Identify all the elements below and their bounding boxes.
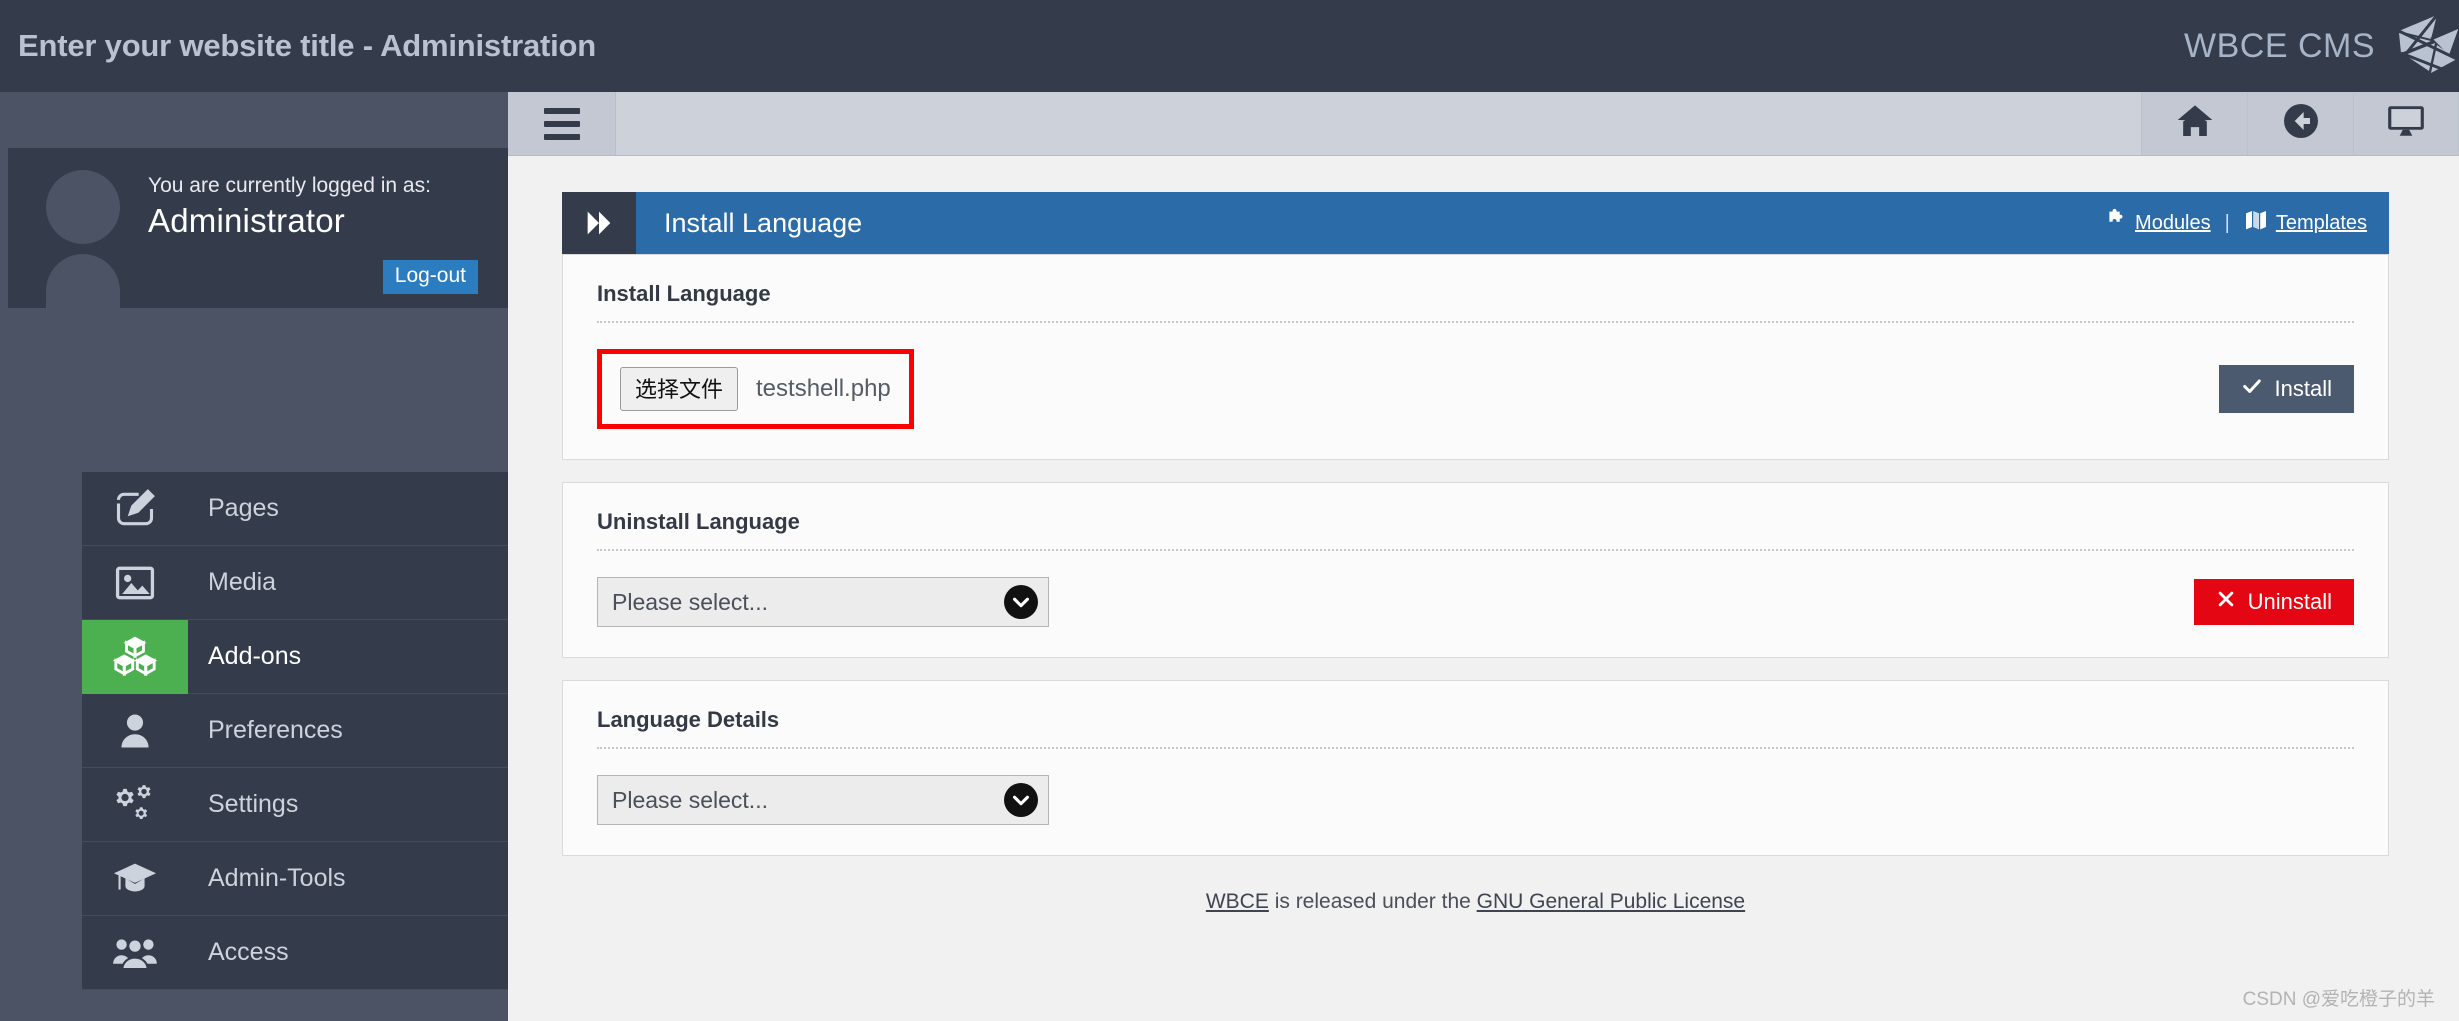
graduation-cap-icon xyxy=(82,842,188,916)
uninstall-language-select[interactable]: Please select... xyxy=(597,577,1049,627)
details-row: Please select... xyxy=(597,775,2354,825)
footer-middle-text: is released under the xyxy=(1268,890,1477,913)
panel-links: Modules | Templates xyxy=(2103,192,2389,254)
pencil-square-icon xyxy=(82,472,188,546)
modules-link-label: Modules xyxy=(2135,211,2211,234)
content: Install Language Modules | Templates Ins… xyxy=(508,156,2459,914)
hamburger-menu-icon[interactable] xyxy=(508,92,616,155)
home-button[interactable] xyxy=(2141,92,2247,155)
uninstall-button-label: Uninstall xyxy=(2247,589,2332,614)
sidebar-item-addons[interactable]: Add-ons xyxy=(82,619,508,694)
sidebar: You are currently logged in as: Administ… xyxy=(0,92,508,1021)
sidebar-item-preferences[interactable]: Preferences xyxy=(82,694,508,768)
admin-page: Enter your website title - Administratio… xyxy=(0,0,2459,1021)
back-arrow-circle-icon xyxy=(2281,101,2321,146)
gears-icon xyxy=(82,768,188,842)
double-chevron-right-icon[interactable] xyxy=(562,192,636,254)
uninstall-language-card: Uninstall Language Please select... Unin… xyxy=(562,482,2389,658)
chevron-down-circle-icon xyxy=(1004,783,1038,817)
desktop-monitor-icon xyxy=(2385,100,2427,147)
sidebar-item-media[interactable]: Media xyxy=(82,546,508,620)
chevron-down-circle-icon xyxy=(1004,585,1038,619)
templates-link[interactable]: Templates xyxy=(2244,208,2367,238)
panel-header: Install Language Modules | Templates xyxy=(562,192,2389,254)
user-text: You are currently logged in as: Administ… xyxy=(148,174,431,240)
logged-in-label: You are currently logged in as: xyxy=(148,174,431,197)
sidebar-item-label: Admin-Tools xyxy=(208,864,346,892)
uninstall-row: Please select... Uninstall xyxy=(597,577,2354,627)
sidebar-item-label: Preferences xyxy=(208,716,343,744)
brand: WBCE CMS xyxy=(2184,9,2459,83)
panel-title: Install Language xyxy=(664,207,863,238)
user-icon xyxy=(82,694,188,768)
details-select-value: Please select... xyxy=(612,786,768,813)
sidebar-item-access[interactable]: Access xyxy=(82,916,508,990)
gpl-license-link[interactable]: GNU General Public License xyxy=(1477,890,1745,913)
sidebar-item-pages[interactable]: Pages xyxy=(82,472,508,546)
sidebar-item-label: Add-ons xyxy=(208,642,302,670)
sidebar-nav: Pages Media Add-ons Preferences Settings… xyxy=(82,472,508,990)
back-button[interactable] xyxy=(2247,92,2353,155)
content-toolbar xyxy=(508,92,2459,156)
templates-link-label: Templates xyxy=(2275,211,2367,234)
modules-link[interactable]: Modules xyxy=(2103,208,2211,238)
footer: WBCE is released under the GNU General P… xyxy=(562,890,2389,914)
top-header: Enter your website title - Administratio… xyxy=(0,0,2459,92)
sidebar-item-label: Settings xyxy=(208,790,299,818)
sidebar-item-label: Pages xyxy=(208,494,279,522)
main-area: Install Language Modules | Templates Ins… xyxy=(508,92,2459,1021)
home-icon xyxy=(2175,101,2215,146)
install-section-title: Install Language xyxy=(597,281,2354,323)
map-book-icon xyxy=(2244,208,2268,238)
sidebar-item-admin-tools[interactable]: Admin-Tools xyxy=(82,842,508,916)
brand-label: WBCE CMS xyxy=(2184,26,2375,65)
sidebar-item-label: Access xyxy=(208,938,289,966)
file-input-highlight: 选择文件 testshell.php xyxy=(597,349,914,429)
install-row: 选择文件 testshell.php Install xyxy=(597,349,2354,429)
choose-file-button[interactable]: 选择文件 xyxy=(620,367,739,411)
selected-file-name: testshell.php xyxy=(756,375,891,402)
puzzle-piece-icon xyxy=(2103,208,2127,238)
uninstall-select-value: Please select... xyxy=(612,588,768,615)
user-card: You are currently logged in as: Administ… xyxy=(8,148,508,308)
details-section-title: Language Details xyxy=(597,707,2354,749)
install-button[interactable]: Install xyxy=(2218,365,2354,413)
image-icon xyxy=(82,546,188,620)
sidebar-item-label: Media xyxy=(208,568,277,596)
cross-icon xyxy=(2216,589,2236,615)
language-details-card: Language Details Please select... xyxy=(562,680,2389,856)
wbce-origami-logo-icon xyxy=(2385,9,2459,83)
links-separator: | xyxy=(2224,211,2230,234)
view-site-button[interactable] xyxy=(2353,92,2459,155)
logout-button[interactable]: Log-out xyxy=(382,260,478,294)
uninstall-button[interactable]: Uninstall xyxy=(2193,579,2354,625)
check-icon xyxy=(2241,375,2263,403)
uninstall-section-title: Uninstall Language xyxy=(597,509,2354,551)
username: Administrator xyxy=(148,202,345,239)
wbce-link[interactable]: WBCE xyxy=(1206,890,1269,913)
page-title: Enter your website title - Administratio… xyxy=(18,28,596,63)
boxes-icon xyxy=(82,619,188,694)
users-group-icon xyxy=(82,916,188,990)
user-silhouette-icon xyxy=(40,170,120,308)
install-language-card: Install Language 选择文件 testshell.php Inst… xyxy=(562,254,2389,460)
csdn-watermark: CSDN @爱吃橙子的羊 xyxy=(2242,989,2435,1010)
install-button-label: Install xyxy=(2274,376,2332,401)
language-details-select[interactable]: Please select... xyxy=(597,775,1049,825)
sidebar-item-settings[interactable]: Settings xyxy=(82,768,508,842)
